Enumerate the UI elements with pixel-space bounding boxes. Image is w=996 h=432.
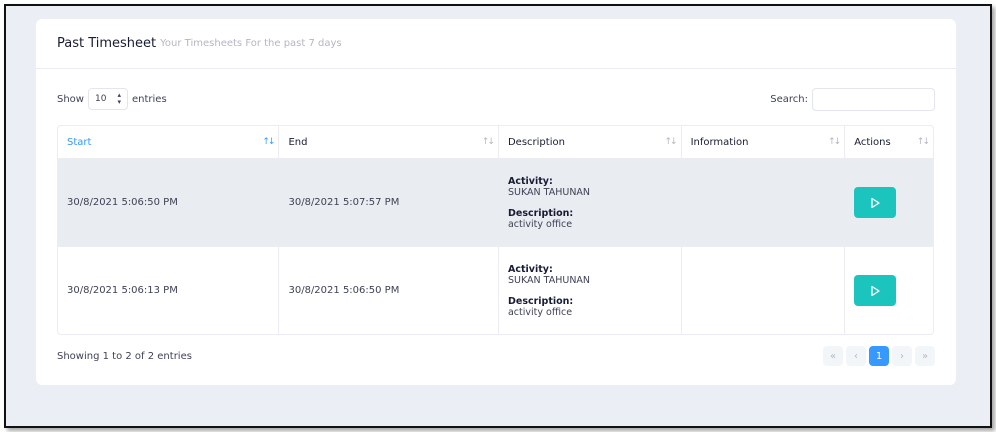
column-header-information[interactable]: Information ↑↓ xyxy=(682,126,846,158)
page-1-button[interactable]: 1 xyxy=(869,346,889,366)
prev-page-button[interactable]: ‹ xyxy=(846,346,866,366)
information-cell xyxy=(682,247,846,334)
sort-icon: ↑↓ xyxy=(481,137,495,147)
actions-cell xyxy=(845,247,933,334)
end-cell: 30/8/2021 5:07:57 PM xyxy=(279,159,499,246)
column-header-end[interactable]: End ↑↓ xyxy=(279,126,499,158)
length-control: Show 10 ▴ ▾ entries xyxy=(57,88,167,110)
column-header-actions[interactable]: Actions ↑↓ xyxy=(845,126,933,158)
sort-icon: ↑↓ xyxy=(916,137,930,147)
sort-icon: ↑↓ xyxy=(664,137,677,147)
search-control: Search: xyxy=(770,87,935,111)
pagination: « ‹ 1 › » xyxy=(823,346,935,366)
search-label: Search: xyxy=(770,93,808,105)
end-cell: 30/8/2021 5:06:50 PM xyxy=(279,247,499,334)
play-icon xyxy=(871,285,880,296)
table-row: 30/8/2021 5:06:50 PM 30/8/2021 5:07:57 P… xyxy=(58,158,933,246)
entries-select-value: 10 xyxy=(94,94,107,104)
app-frame: Past Timesheet Your Timesheets For the p… xyxy=(4,4,992,428)
search-input[interactable] xyxy=(812,87,935,111)
description-value: activity office xyxy=(507,306,573,318)
select-arrows-icon: ▴ ▾ xyxy=(117,91,121,106)
activity-label: Activity: xyxy=(507,175,553,187)
column-header-label: Start xyxy=(67,136,92,148)
start-cell: 30/8/2021 5:06:50 PM xyxy=(58,159,280,246)
description-label: Description: xyxy=(507,295,574,307)
card-subtitle: Your Timesheets For the past 7 days xyxy=(160,38,342,49)
column-header-start[interactable]: Start ↑↓ xyxy=(58,126,280,158)
actions-cell xyxy=(845,159,933,246)
column-header-description[interactable]: Description ↑↓ xyxy=(499,126,682,158)
column-header-label: Description xyxy=(507,136,565,148)
column-header-label: Information xyxy=(690,136,749,148)
show-label: Show xyxy=(57,93,84,105)
activity-value: SUKAN TAHUNAN xyxy=(507,274,591,286)
column-header-label: Actions xyxy=(854,136,891,148)
table-row: 30/8/2021 5:06:13 PM 30/8/2021 5:06:50 P… xyxy=(58,246,933,334)
next-page-button[interactable]: › xyxy=(892,346,912,366)
table-info: Showing 1 to 2 of 2 entries xyxy=(57,350,192,362)
play-button[interactable] xyxy=(854,275,897,306)
table-controls: Show 10 ▴ ▾ entries Search: xyxy=(57,87,935,111)
card-header: Past Timesheet Your Timesheets For the p… xyxy=(36,19,956,69)
table-header-row: Start ↑↓ End ↑↓ Description ↑↓ Informati… xyxy=(58,126,933,158)
table-footer: Showing 1 to 2 of 2 entries « ‹ 1 › » xyxy=(57,345,935,367)
sort-icon: ↑↓ xyxy=(828,137,841,147)
timesheet-table: Start ↑↓ End ↑↓ Description ↑↓ Informati… xyxy=(57,125,934,335)
activity-value: SUKAN TAHUNAN xyxy=(507,186,591,198)
last-page-button[interactable]: » xyxy=(915,346,935,366)
entries-select[interactable]: 10 ▴ ▾ xyxy=(87,88,128,110)
sort-ascending-icon: ↑↓ xyxy=(262,137,275,147)
description-cell: Activity: SUKAN TAHUNAN Description: act… xyxy=(499,247,682,334)
first-page-button[interactable]: « xyxy=(823,346,843,366)
timesheet-card: Past Timesheet Your Timesheets For the p… xyxy=(36,19,956,385)
entries-label: entries xyxy=(131,93,167,105)
play-icon xyxy=(871,197,880,208)
information-cell xyxy=(682,159,846,246)
play-button[interactable] xyxy=(854,187,897,218)
card-title: Past Timesheet xyxy=(57,36,157,51)
description-label: Description: xyxy=(507,207,574,219)
activity-label: Activity: xyxy=(507,263,553,275)
column-header-label: End xyxy=(288,136,308,148)
description-value: activity office xyxy=(507,218,573,230)
start-cell: 30/8/2021 5:06:13 PM xyxy=(58,247,280,334)
description-cell: Activity: SUKAN TAHUNAN Description: act… xyxy=(499,159,682,246)
